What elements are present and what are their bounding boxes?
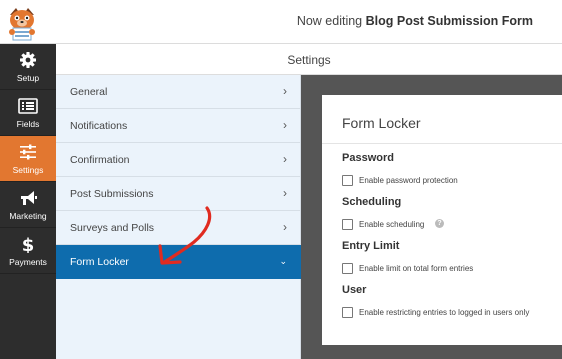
checkbox-label: Enable password protection xyxy=(359,176,458,185)
card-title: Form Locker xyxy=(342,115,421,131)
entry-limit-checkbox[interactable] xyxy=(342,263,353,274)
user-restriction-checkbox[interactable] xyxy=(342,307,353,318)
checkbox-label: Enable limit on total form entries xyxy=(359,264,474,273)
wpforms-bear-logo xyxy=(9,8,35,41)
form-locker-card: Form Locker Password Enable password pro… xyxy=(322,95,562,345)
section-heading-entry-limit: Entry Limit xyxy=(342,240,400,252)
panel-item-label: Surveys and Polls xyxy=(70,222,155,234)
panel-item-label: Notifications xyxy=(70,120,128,132)
checkbox-label: Enable restricting entries to logged in … xyxy=(359,308,530,317)
sidebar-item-label: Fields xyxy=(16,119,40,129)
form-name: Blog Post Submission Form xyxy=(365,14,533,28)
divider xyxy=(322,143,562,144)
chevron-right-icon: › xyxy=(283,118,287,132)
settings-header: Settings xyxy=(56,44,562,75)
chevron-down-icon: ⌄ xyxy=(279,256,287,266)
panel-item-label: General xyxy=(70,86,108,98)
panel-item-label: Form Locker xyxy=(70,256,129,268)
sidebar-item-payments[interactable]: $ Payments xyxy=(0,228,56,274)
svg-text:$: $ xyxy=(22,235,35,253)
sidebar-item-fields[interactable]: Fields xyxy=(0,90,56,136)
sidebar-item-marketing[interactable]: Marketing xyxy=(0,182,56,228)
section-heading-user: User xyxy=(342,284,367,296)
annotation-arrow-icon xyxy=(158,206,212,265)
sidebar-item-label: Settings xyxy=(12,165,44,175)
chevron-right-icon: › xyxy=(283,84,287,98)
password-protection-checkbox[interactable] xyxy=(342,175,353,186)
sidebar-item-label: Setup xyxy=(16,73,40,83)
sliders-icon xyxy=(20,144,36,160)
builder-sidebar: Setup Fields Settings Marketing $ Paymen… xyxy=(0,44,56,359)
top-bar: Now editing Blog Post Submission Form xyxy=(0,0,562,44)
sidebar-item-settings[interactable]: Settings xyxy=(0,136,56,182)
megaphone-icon xyxy=(21,191,37,205)
checkbox-label: Enable scheduling xyxy=(359,220,425,229)
gear-icon xyxy=(20,52,36,68)
editing-prefix: Now editing xyxy=(296,14,363,28)
sidebar-item-label: Payments xyxy=(9,257,47,267)
editing-title: Now editing Blog Post Submission Form xyxy=(297,14,533,28)
panel-item-general[interactable]: General › xyxy=(56,75,301,109)
section-heading-scheduling: Scheduling xyxy=(342,196,402,208)
panel-item-label: Post Submissions xyxy=(70,188,154,200)
help-icon[interactable]: ? xyxy=(435,219,444,228)
fields-list-icon xyxy=(18,98,38,114)
dollar-icon: $ xyxy=(22,235,35,253)
panel-item-confirmation[interactable]: Confirmation › xyxy=(56,143,301,177)
sidebar-item-label: Marketing xyxy=(9,211,47,221)
section-heading-password: Password xyxy=(342,152,394,164)
chevron-right-icon: › xyxy=(283,152,287,166)
panel-item-notifications[interactable]: Notifications › xyxy=(56,109,301,143)
panel-item-label: Confirmation xyxy=(70,154,130,166)
chevron-right-icon: › xyxy=(283,220,287,234)
page-title: Settings xyxy=(287,53,331,67)
chevron-right-icon: › xyxy=(283,186,287,200)
sidebar-item-setup[interactable]: Setup xyxy=(0,44,56,90)
scheduling-checkbox[interactable] xyxy=(342,219,353,230)
